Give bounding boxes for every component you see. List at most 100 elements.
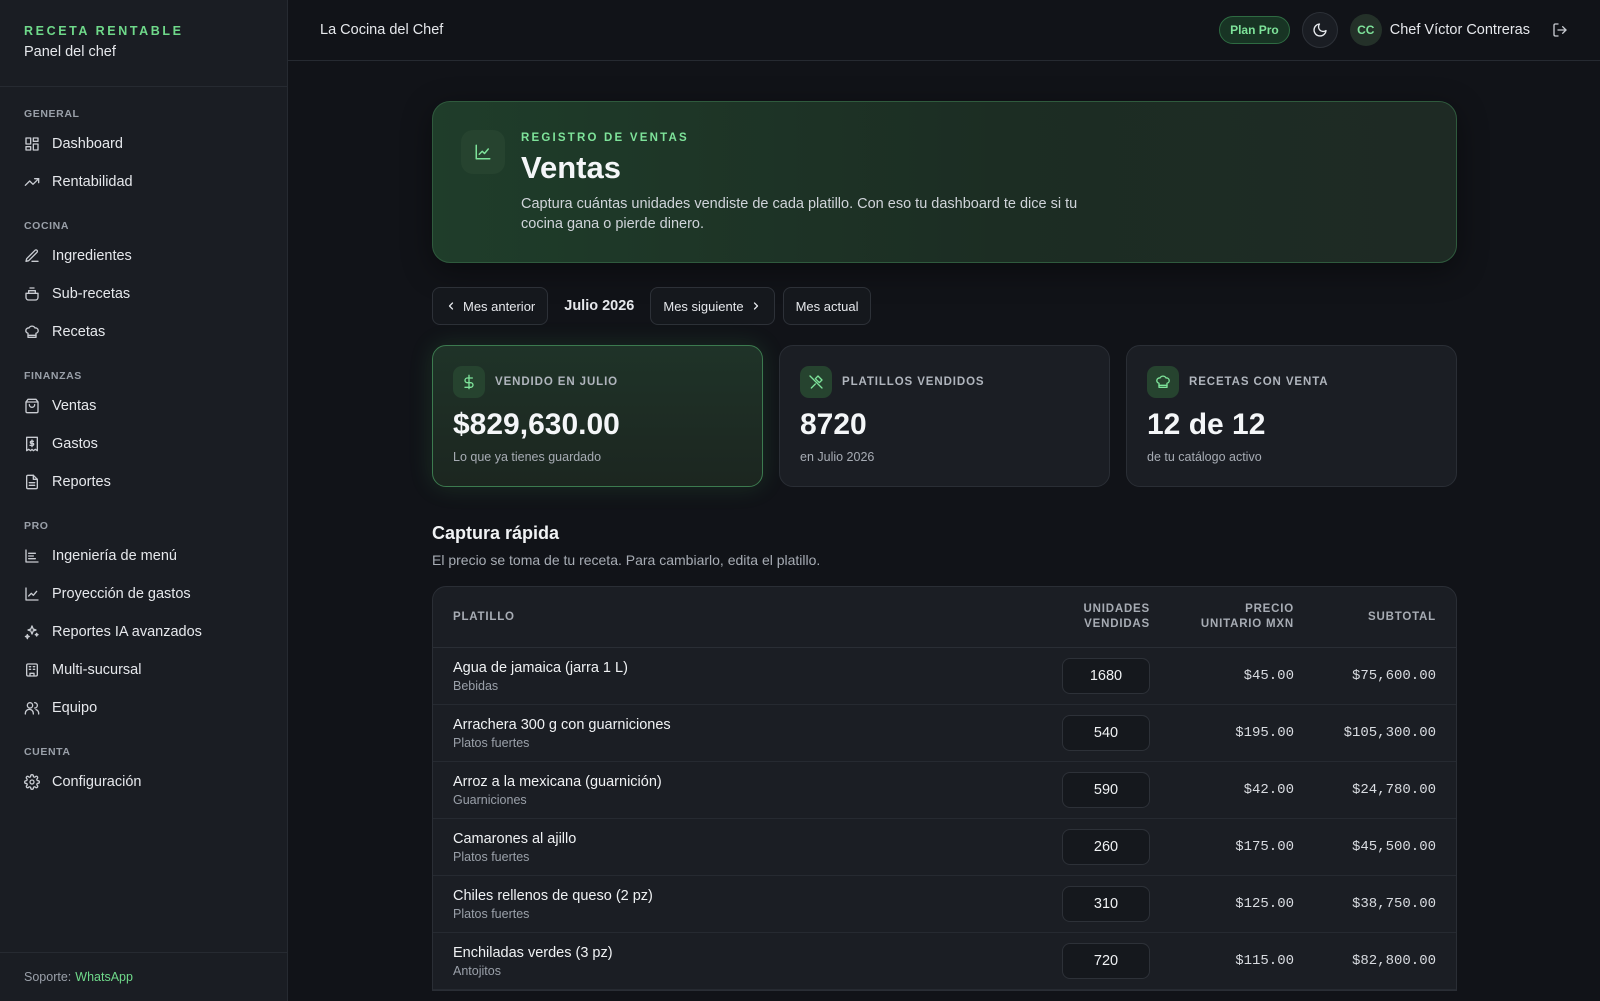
table-row: Chiles rellenos de queso (2 pz) Platos fu… bbox=[433, 876, 1456, 933]
dish-name: Enchiladas verdes (3 pz) bbox=[453, 944, 613, 961]
file-icon bbox=[24, 474, 40, 490]
current-month-button[interactable]: Mes actual bbox=[782, 287, 872, 325]
sidebar-item-reportes[interactable]: Reportes bbox=[0, 463, 287, 501]
building-icon bbox=[24, 662, 40, 678]
line-chart-icon bbox=[461, 130, 505, 174]
sidebar-item-rentabilidad[interactable]: Rentabilidad bbox=[0, 163, 287, 201]
table-row: Camarones al ajillo Platos fuertes $175.00… bbox=[433, 819, 1456, 876]
list-icon bbox=[24, 548, 40, 564]
unit-price: $125.00 bbox=[1235, 896, 1294, 912]
nav-section-label: PRO bbox=[24, 520, 49, 532]
stat-subtext: de tu catálogo activo bbox=[1147, 450, 1262, 464]
stat-card: PLATILLOS VENDIDOS 8720 en Julio 2026 bbox=[779, 345, 1110, 487]
dollar-icon bbox=[453, 366, 485, 398]
sidebar-item-label: Proyección de gastos bbox=[52, 586, 191, 602]
next-month-label: Mes siguiente bbox=[663, 298, 744, 314]
line-chart-icon bbox=[24, 586, 40, 602]
col-header-units-line1: UNIDADES bbox=[1083, 603, 1150, 615]
stat-value: $829,630.00 bbox=[453, 408, 620, 441]
unit-price: $195.00 bbox=[1235, 725, 1294, 741]
units-input[interactable] bbox=[1062, 772, 1150, 808]
pen-icon bbox=[24, 248, 40, 264]
sparkles-icon bbox=[24, 624, 40, 640]
receipt-icon bbox=[24, 436, 40, 452]
units-input[interactable] bbox=[1062, 943, 1150, 979]
dish-name: Chiles rellenos de queso (2 pz) bbox=[453, 887, 653, 904]
support-footer: Soporte: WhatsApp bbox=[0, 952, 287, 1001]
col-header-price: PRECIO UNITARIO MXN bbox=[1150, 602, 1294, 632]
users-icon bbox=[24, 700, 40, 716]
sidebar-item-multi-sucursal[interactable]: Multi-sucursal bbox=[0, 651, 287, 689]
table-row: Enchiladas verdes (3 pz) Antojitos $115.00… bbox=[433, 933, 1456, 990]
sidebar-item-ventas[interactable]: Ventas bbox=[0, 387, 287, 425]
table-row: Arroz a la mexicana (guarnición) Guarnici… bbox=[433, 762, 1456, 819]
restaurant-name: La Cocina del Chef bbox=[320, 22, 444, 38]
nav-section-label: FINANZAS bbox=[24, 370, 82, 382]
units-input[interactable] bbox=[1062, 715, 1150, 751]
dish-category: Antojitos bbox=[453, 963, 501, 978]
sidebar-item-dashboard[interactable]: Dashboard bbox=[0, 125, 287, 163]
hero-card: REGISTRO DE VENTAS Ventas Captura cuánta… bbox=[432, 101, 1457, 263]
page-title: Ventas bbox=[521, 150, 621, 185]
sidebar-item-label: Dashboard bbox=[52, 136, 123, 152]
sidebar-item-configuracion[interactable]: Configuración bbox=[0, 763, 287, 801]
sidebar: RECETA RENTABLE Panel del chef GENERAL Da… bbox=[0, 0, 288, 1001]
sidebar-item-label: Sub-recetas bbox=[52, 286, 131, 302]
units-input[interactable] bbox=[1062, 886, 1150, 922]
sidebar-item-recetas[interactable]: Recetas bbox=[0, 313, 287, 351]
sidebar-item-ingenieria-de-menu[interactable]: Ingeniería de menú bbox=[0, 537, 287, 575]
unit-price: $175.00 bbox=[1235, 839, 1294, 855]
current-month: Julio 2026 bbox=[564, 298, 635, 314]
dish-name: Agua de jamaica (jarra 1 L) bbox=[453, 659, 628, 676]
nav-section-label: COCINA bbox=[24, 220, 70, 232]
stat-label: VENDIDO EN JULIO bbox=[495, 376, 619, 388]
sidebar-item-reportes-ia-avanzados[interactable]: Reportes IA avanzados bbox=[0, 613, 287, 651]
hero-description: Captura cuántas unidades vendiste de cad… bbox=[521, 196, 1078, 232]
unit-price: $115.00 bbox=[1235, 953, 1294, 969]
support-label: Soporte: bbox=[24, 970, 72, 984]
dish-category: Bebidas bbox=[453, 678, 499, 693]
brand-subtitle: Panel del chef bbox=[24, 44, 116, 60]
stat-value: 12 de 12 bbox=[1147, 408, 1266, 441]
avatar[interactable]: CC bbox=[1349, 14, 1382, 46]
col-header-dish: PLATILLO bbox=[453, 610, 515, 623]
hero-kicker: REGISTRO DE VENTAS bbox=[521, 132, 689, 144]
sidebar-item-label: Reportes bbox=[52, 474, 111, 490]
sidebar-item-label: Equipo bbox=[52, 700, 98, 716]
chef-hat-icon bbox=[1147, 366, 1179, 398]
table-row: Arrachera 300 g con guarniciones Platos f… bbox=[433, 705, 1456, 762]
capture-title: Captura rápida bbox=[432, 523, 560, 543]
col-header-subtotal: SUBTOTAL bbox=[1368, 610, 1436, 623]
prev-month-button[interactable]: Mes anterior bbox=[432, 287, 549, 325]
table-body: Agua de jamaica (jarra 1 L) Bebidas $45.00… bbox=[433, 648, 1456, 990]
gear-icon bbox=[24, 774, 40, 790]
sidebar-item-label: Ingeniería de menú bbox=[52, 548, 177, 564]
sidebar-item-ingredientes[interactable]: Ingredientes bbox=[0, 237, 287, 275]
theme-toggle-button[interactable] bbox=[1301, 12, 1338, 48]
pot-icon bbox=[24, 286, 40, 302]
user-name: Chef Víctor Contreras bbox=[1389, 22, 1530, 38]
prev-month-label: Mes anterior bbox=[463, 298, 536, 314]
subtotal: $45,500.00 bbox=[1351, 839, 1436, 855]
sidebar-item-gastos[interactable]: Gastos bbox=[0, 425, 287, 463]
capture-subtitle: El precio se toma de tu receta. Para cam… bbox=[432, 552, 821, 568]
sidebar-item-proyeccion-de-gastos[interactable]: Proyección de gastos bbox=[0, 575, 287, 613]
sidebar-item-sub-recetas[interactable]: Sub-recetas bbox=[0, 275, 287, 313]
sidebar-item-label: Gastos bbox=[52, 436, 98, 452]
nav-section-label: GENERAL bbox=[24, 108, 80, 120]
logout-button[interactable] bbox=[1552, 22, 1568, 38]
units-input[interactable] bbox=[1062, 658, 1150, 694]
whatsapp-link[interactable]: WhatsApp bbox=[75, 970, 133, 984]
sales-table: PLATILLO UNIDADES VENDIDAS PRECIO UNITAR… bbox=[432, 586, 1457, 991]
sidebar-item-equipo[interactable]: Equipo bbox=[0, 689, 287, 727]
next-month-button[interactable]: Mes siguiente bbox=[650, 287, 775, 325]
stat-subtext: Lo que ya tienes guardado bbox=[453, 450, 602, 464]
month-navigation: Mes anterior Julio 2026 Mes siguiente Me… bbox=[432, 287, 1457, 325]
sidebar-nav: GENERAL Dashboard Rentabilidad COCINA Ingred… bbox=[0, 87, 287, 801]
topbar: La Cocina del Chef Plan Pro CC Chef Víct… bbox=[288, 0, 1600, 61]
subtotal: $75,600.00 bbox=[1351, 668, 1436, 684]
units-input[interactable] bbox=[1062, 829, 1150, 865]
dish-name: Arrachera 300 g con guarniciones bbox=[453, 716, 671, 733]
dish-category: Platos fuertes bbox=[453, 906, 530, 921]
sidebar-item-label: Rentabilidad bbox=[52, 174, 133, 190]
